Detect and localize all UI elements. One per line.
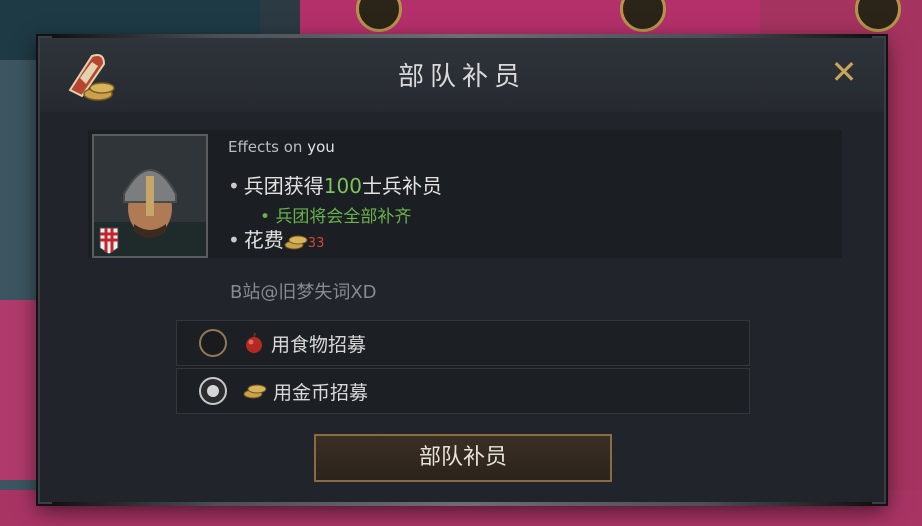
- replenish-dialog: 部队补员 ✕ Effects on you • 兵团获得100士兵补员 • 兵团将…: [38, 34, 886, 506]
- recruit-options: 用食物招募 用金币招募: [176, 320, 750, 414]
- dialog-bottom-trim: [52, 502, 872, 506]
- effect-cost-line: • 花费 33: [228, 224, 324, 253]
- option-gold-recruit[interactable]: 用金币招募: [176, 368, 750, 414]
- effect-value: 100: [323, 174, 362, 198]
- effect-soldiers-line: • 兵团获得100士兵补员: [228, 170, 442, 199]
- dialog-header: 部队补员 ✕: [40, 38, 884, 112]
- character-portrait[interactable]: [92, 134, 208, 258]
- knight-portrait-icon: [94, 136, 206, 256]
- apple-icon: [246, 332, 262, 353]
- option-food-recruit[interactable]: 用食物招募: [176, 320, 750, 366]
- cost-label: 花费: [243, 228, 284, 252]
- coins-icon: [243, 384, 267, 399]
- effects-heading-prefix: Effects on: [228, 138, 308, 156]
- radio-unselected[interactable]: [199, 329, 227, 357]
- radio-selected[interactable]: [199, 377, 227, 405]
- confirm-replenish-button[interactable]: 部队补员: [314, 434, 612, 482]
- cost-value: 33: [307, 236, 325, 251]
- effects-heading-target: you: [307, 138, 335, 156]
- bullet: •: [228, 228, 240, 252]
- dialog-title: 部队补员: [397, 62, 526, 92]
- effects-heading: Effects on you: [228, 138, 335, 156]
- effect-text: 士兵补员: [361, 174, 442, 198]
- option-label: 用食物招募: [271, 333, 367, 356]
- watermark-text: B站@旧梦失词XD: [230, 282, 377, 303]
- bullet: •: [228, 174, 240, 198]
- map-region: [0, 300, 40, 480]
- close-icon[interactable]: ✕: [828, 56, 860, 88]
- coins-icon: [284, 235, 308, 249]
- effect-text: 兵团获得: [243, 174, 324, 198]
- option-label: 用金币招募: [273, 381, 369, 404]
